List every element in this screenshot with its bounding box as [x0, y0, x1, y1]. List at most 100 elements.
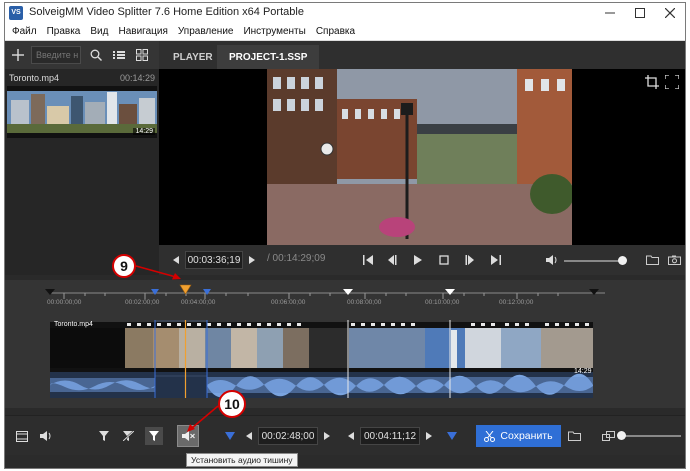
toggle-video-track-button[interactable]: [13, 427, 31, 445]
video-player[interactable]: [159, 69, 685, 245]
output-folder-button[interactable]: [565, 427, 583, 445]
step-back-icon: [388, 255, 397, 265]
track-duration: 14:29: [574, 368, 592, 375]
snapshot-button[interactable]: [665, 251, 683, 269]
timeline-ruler[interactable]: [5, 280, 685, 320]
menu-file[interactable]: Файл: [7, 26, 42, 37]
menu-control[interactable]: Управление: [173, 26, 239, 37]
menu-bar: Файл Правка Вид Навигация Управление Инс…: [5, 23, 685, 41]
ruler-label-5: 00:10:00;00: [425, 299, 460, 306]
marker-in[interactable]: [151, 289, 159, 295]
split-marker-1[interactable]: [343, 289, 353, 295]
total-duration: / 00:14:29;09: [267, 253, 326, 264]
menu-edit[interactable]: Правка: [42, 26, 86, 37]
filter-button[interactable]: [95, 427, 113, 445]
menu-navigation[interactable]: Навигация: [113, 26, 172, 37]
triangle-left-icon: [246, 432, 252, 440]
marker-out[interactable]: [203, 289, 211, 295]
ruler-label-0: 00:00:00;00: [47, 299, 82, 306]
playback-controls: 00:03:36;19 / 00:14:29;09: [159, 245, 685, 275]
go-to-end-button[interactable]: [487, 251, 505, 269]
marker-in-time-field[interactable]: 00:02:48;00: [258, 427, 318, 445]
next-frame-button[interactable]: [245, 251, 259, 269]
grid-icon: [136, 49, 148, 61]
app-icon: VS: [9, 6, 23, 20]
volume-slider-handle[interactable]: [618, 256, 627, 265]
triangle-right-icon: [249, 256, 255, 264]
marker-out-prev-button[interactable]: [344, 427, 358, 445]
marker-in-prev-button[interactable]: [242, 427, 256, 445]
video-frame-image: [267, 69, 572, 245]
save-button[interactable]: Сохранить: [476, 425, 561, 447]
tab-player[interactable]: PLAYER: [161, 45, 225, 69]
invert-selection-button[interactable]: [145, 427, 163, 445]
volume-button[interactable]: [543, 251, 561, 269]
media-file-duration: 00:14:29: [119, 73, 155, 83]
maximize-button[interactable]: [625, 3, 655, 23]
set-marker-out-button[interactable]: [443, 427, 461, 445]
timeline-start-marker[interactable]: [45, 289, 55, 295]
callout-9: 9: [112, 254, 136, 278]
split-marker-2[interactable]: [445, 289, 455, 295]
tab-bar: PLAYER PROJECT-1.SSP: [159, 41, 685, 69]
crop-button[interactable]: [645, 75, 659, 89]
step-forward-button[interactable]: [461, 251, 479, 269]
current-time-field[interactable]: 00:03:36;19: [185, 251, 243, 269]
mute-audio-button[interactable]: [177, 425, 199, 447]
triangle-right-icon: [324, 432, 330, 440]
timeline-end-marker[interactable]: [589, 289, 599, 295]
open-folder-button[interactable]: [643, 251, 661, 269]
video-audio-track[interactable]: [5, 320, 685, 408]
go-to-start-button[interactable]: [359, 251, 377, 269]
film-icon: [16, 430, 28, 442]
menu-help[interactable]: Справка: [311, 26, 360, 37]
fit-screen-button[interactable]: [665, 75, 679, 89]
search-input[interactable]: [31, 46, 81, 64]
title-bar: VS SolveigMM Video Splitter 7.6 Home Edi…: [5, 3, 685, 23]
play-button[interactable]: [409, 251, 427, 269]
timeline-bottom-scrollbar[interactable]: [5, 408, 685, 415]
scissors-icon: [484, 430, 496, 442]
tab-project[interactable]: PROJECT-1.SSP: [217, 45, 320, 69]
folder-icon: [567, 431, 581, 441]
skip-back-icon: [363, 255, 373, 265]
speaker-icon: [40, 431, 51, 441]
close-button[interactable]: [655, 3, 685, 23]
zoom-slider-handle[interactable]: [617, 431, 626, 440]
track-file-name: Toronto.mp4: [54, 321, 93, 328]
media-thumbnail[interactable]: 14:29: [7, 86, 157, 138]
step-forward-icon: [465, 255, 474, 265]
media-toolbar: [5, 41, 159, 69]
marker-down-icon: [447, 432, 457, 440]
stop-icon: [439, 255, 449, 265]
funnel-off-icon: [122, 431, 134, 441]
close-icon: [665, 8, 675, 18]
add-media-button[interactable]: [7, 44, 29, 66]
window-title: SolveigMM Video Splitter 7.6 Home Editio…: [29, 6, 304, 18]
list-view-button[interactable]: [108, 44, 130, 66]
triangle-left-icon: [348, 432, 354, 440]
clear-filter-button[interactable]: [119, 427, 137, 445]
prev-frame-button[interactable]: [169, 251, 183, 269]
set-marker-in-button[interactable]: [221, 427, 239, 445]
volume-slider[interactable]: [564, 260, 624, 262]
timeline[interactable]: 00:00:00;00 00:02:00;00 00:04:00;00 00:0…: [5, 275, 685, 415]
menu-tools[interactable]: Инструменты: [238, 26, 310, 37]
minimize-button[interactable]: [595, 3, 625, 23]
marker-out-time-field[interactable]: 00:04:11;12: [360, 427, 420, 445]
fit-screen-icon: [665, 75, 679, 89]
stop-button[interactable]: [435, 251, 453, 269]
grid-view-button[interactable]: [131, 44, 153, 66]
menu-view[interactable]: Вид: [85, 26, 113, 37]
zoom-button[interactable]: [599, 427, 617, 445]
marker-in-next-button[interactable]: [320, 427, 334, 445]
zoom-slider[interactable]: [619, 435, 681, 437]
ruler-label-6: 00:12:00;00: [499, 299, 534, 306]
minimize-icon: [605, 12, 615, 14]
marker-out-next-button[interactable]: [422, 427, 436, 445]
triangle-left-icon: [173, 256, 179, 264]
ruler-label-3: 00:06:00;00: [271, 299, 306, 306]
step-back-button[interactable]: [383, 251, 401, 269]
toggle-audio-track-button[interactable]: [37, 427, 55, 445]
search-button[interactable]: [85, 44, 107, 66]
